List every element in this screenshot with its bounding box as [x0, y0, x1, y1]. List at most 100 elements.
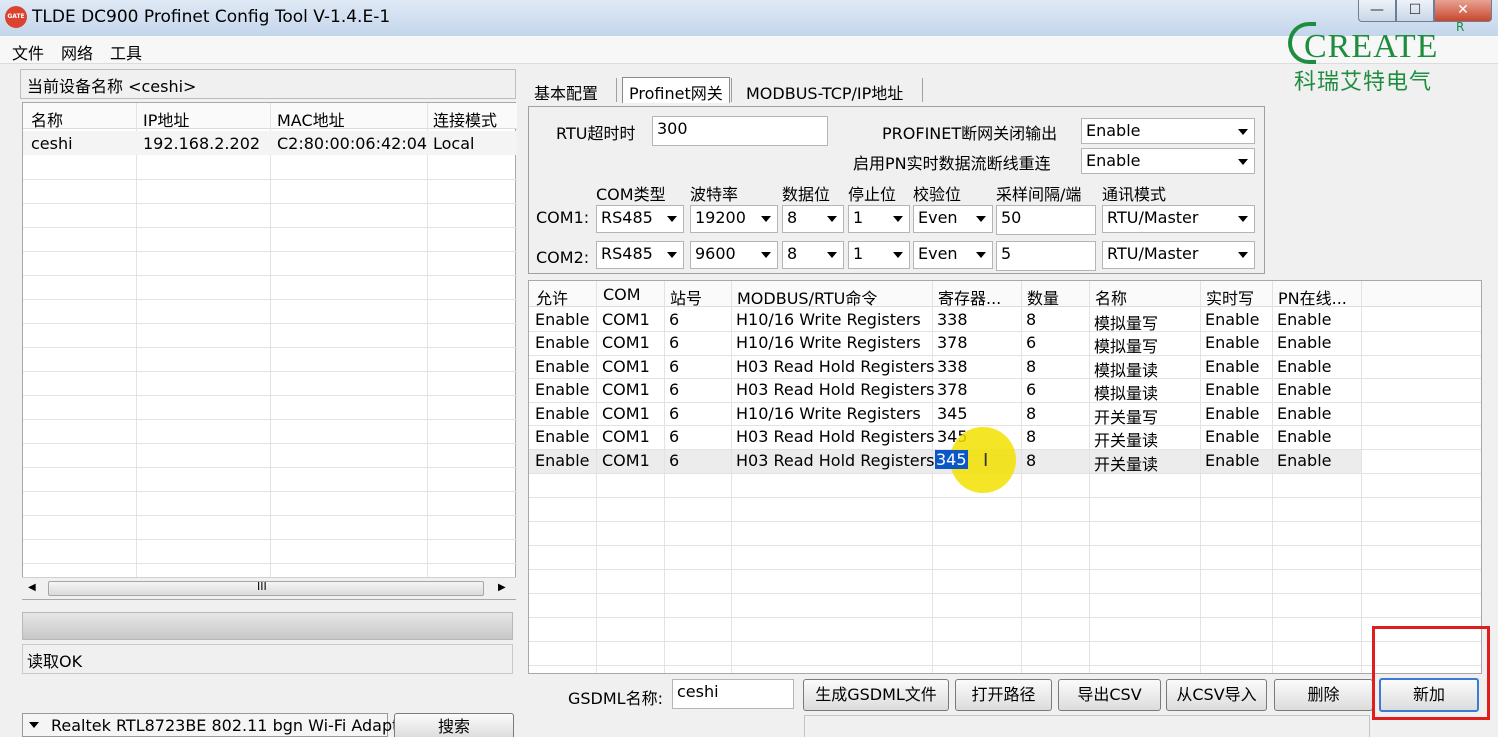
table-cell-enable[interactable]: Enable [535, 333, 590, 352]
table-cell-pn-online[interactable]: Enable [1277, 404, 1332, 423]
com2-baud-select[interactable]: 9600 [690, 241, 778, 269]
table-cell-pn-online[interactable]: Enable [1277, 451, 1332, 470]
table-cell-command[interactable]: H10/16 Write Registers [736, 333, 921, 352]
com1-interval-input[interactable]: 50 [996, 205, 1096, 235]
delete-button[interactable]: 删除 [1274, 679, 1373, 711]
table-cell-com[interactable]: COM1 [602, 357, 650, 376]
com1-parity-select[interactable]: Even [913, 205, 993, 233]
table-cell-com[interactable]: COM1 [602, 333, 650, 352]
table-cell-count[interactable]: 8 [1026, 404, 1036, 423]
col-header-count[interactable]: 数量 [1027, 285, 1059, 309]
open-path-button[interactable]: 打开路径 [955, 679, 1052, 711]
table-cell-enable[interactable]: Enable [535, 404, 590, 423]
table-cell-realtime-write[interactable]: Enable [1205, 404, 1260, 423]
com2-stopbits-select[interactable]: 1 [848, 241, 910, 269]
generate-gsdml-button[interactable]: 生成GSDML文件 [803, 679, 949, 711]
table-cell-register[interactable]: 345 [937, 404, 968, 423]
tab-profinet-gateway[interactable]: Profinet网关 [622, 77, 730, 103]
col-header-com[interactable]: COM [603, 285, 641, 304]
tab-modbus-tcp[interactable]: MODBUS-TCP/IP地址 [740, 76, 909, 104]
table-cell-register[interactable]: 338 [937, 357, 968, 376]
col-header-mac[interactable]: MAC地址 [277, 107, 345, 131]
table-cell-count[interactable]: 8 [1026, 310, 1036, 329]
col-header-station[interactable]: 站号 [670, 285, 702, 309]
scroll-right-icon[interactable]: ▶ [498, 582, 506, 593]
pn-reconnect-select[interactable]: Enable [1081, 148, 1255, 174]
gsdml-name-input[interactable]: ceshi [672, 679, 794, 709]
col-header-mode[interactable]: 连接模式 [433, 107, 497, 131]
table-cell-station[interactable]: 6 [669, 333, 679, 352]
com1-type-select[interactable]: RS485 [596, 205, 684, 233]
col-header-enable[interactable]: 允许 [536, 285, 568, 309]
table-cell-tagname[interactable]: 开关量写 [1094, 404, 1158, 428]
table-cell-realtime-write[interactable]: Enable [1205, 451, 1260, 470]
table-cell-tagname[interactable]: 开关量读 [1094, 451, 1158, 475]
table-cell-count[interactable]: 8 [1026, 427, 1036, 446]
table-cell-realtime-write[interactable]: Enable [1205, 357, 1260, 376]
table-cell-count[interactable]: 8 [1026, 357, 1036, 376]
com1-baud-select[interactable]: 19200 [690, 205, 778, 233]
export-csv-button[interactable]: 导出CSV [1058, 679, 1161, 711]
table-cell-count[interactable]: 8 [1026, 451, 1036, 470]
table-cell-enable[interactable]: Enable [535, 380, 590, 399]
table-cell-com[interactable]: COM1 [602, 451, 650, 470]
table-cell-pn-online[interactable]: Enable [1277, 427, 1332, 446]
table-cell-com[interactable]: COM1 [602, 404, 650, 423]
import-csv-button[interactable]: 从CSV导入 [1166, 679, 1267, 711]
table-cell-command[interactable]: H03 Read Hold Registers [736, 451, 934, 470]
table-cell-command[interactable]: H10/16 Write Registers [736, 310, 921, 329]
col-header-command[interactable]: MODBUS/RTU命令 [737, 285, 877, 309]
scroll-thumb[interactable]: III [48, 580, 484, 596]
device-row-mac[interactable]: C2:80:00:06:42:04 [277, 134, 427, 153]
table-cell-register[interactable]: 378 [937, 333, 968, 352]
rtu-timeout-input[interactable]: 300 [652, 116, 828, 146]
table-cell-station[interactable]: 6 [669, 451, 679, 470]
device-row-mode[interactable]: Local [433, 134, 474, 153]
horizontal-scrollbar[interactable]: ◀ III ▶ [22, 577, 516, 599]
col-header-realtime-write[interactable]: 实时写 [1206, 285, 1254, 309]
table-cell-station[interactable]: 6 [669, 380, 679, 399]
table-cell-register[interactable]: 338 [937, 310, 968, 329]
table-cell-tagname[interactable]: 模拟量写 [1094, 310, 1158, 334]
table-cell-enable[interactable]: Enable [535, 451, 590, 470]
com2-parity-select[interactable]: Even [913, 241, 993, 269]
table-cell-pn-online[interactable]: Enable [1277, 333, 1332, 352]
table-cell-enable[interactable]: Enable [535, 310, 590, 329]
table-cell-enable[interactable]: Enable [535, 357, 590, 376]
com1-databits-select[interactable]: 8 [782, 205, 844, 233]
table-cell-tagname[interactable]: 模拟量写 [1094, 333, 1158, 357]
com1-stopbits-select[interactable]: 1 [848, 205, 910, 233]
device-row-name[interactable]: ceshi [31, 134, 73, 153]
tab-basic-config[interactable]: 基本配置 [528, 76, 604, 104]
com2-type-select[interactable]: RS485 [596, 241, 684, 269]
table-cell-com[interactable]: COM1 [602, 310, 650, 329]
table-cell-pn-online[interactable]: Enable [1277, 310, 1332, 329]
com2-mode-select[interactable]: RTU/Master [1102, 241, 1255, 269]
table-cell-station[interactable]: 6 [669, 427, 679, 446]
device-row-ip[interactable]: 192.168.2.202 [143, 134, 260, 153]
table-cell-realtime-write[interactable]: Enable [1205, 310, 1260, 329]
scroll-left-icon[interactable]: ◀ [28, 582, 36, 593]
com2-interval-input[interactable]: 5 [996, 241, 1096, 271]
com1-mode-select[interactable]: RTU/Master [1102, 205, 1255, 233]
table-cell-station[interactable]: 6 [669, 404, 679, 423]
menu-file[interactable]: 文件 [12, 40, 44, 64]
col-header-pn-online[interactable]: PN在线... [1278, 285, 1347, 309]
menu-tools[interactable]: 工具 [110, 40, 142, 64]
table-cell-realtime-write[interactable]: Enable [1205, 333, 1260, 352]
col-header-tagname[interactable]: 名称 [1095, 285, 1127, 309]
menu-network[interactable]: 网络 [61, 40, 93, 64]
table-cell-enable[interactable]: Enable [535, 427, 590, 446]
table-cell-tagname[interactable]: 模拟量读 [1094, 380, 1158, 404]
table-cell-count[interactable]: 6 [1026, 380, 1036, 399]
table-cell-count[interactable]: 6 [1026, 333, 1036, 352]
table-cell-station[interactable]: 6 [669, 357, 679, 376]
col-header-ip[interactable]: IP地址 [143, 107, 189, 131]
table-cell-com[interactable]: COM1 [602, 427, 650, 446]
table-cell-realtime-write[interactable]: Enable [1205, 380, 1260, 399]
table-cell-register[interactable]: 378 [937, 380, 968, 399]
profinet-disconnect-select[interactable]: Enable [1081, 118, 1255, 144]
table-cell-tagname[interactable]: 开关量读 [1094, 427, 1158, 451]
table-cell-command[interactable]: H03 Read Hold Registers [736, 380, 934, 399]
table-cell-command[interactable]: H10/16 Write Registers [736, 404, 921, 423]
